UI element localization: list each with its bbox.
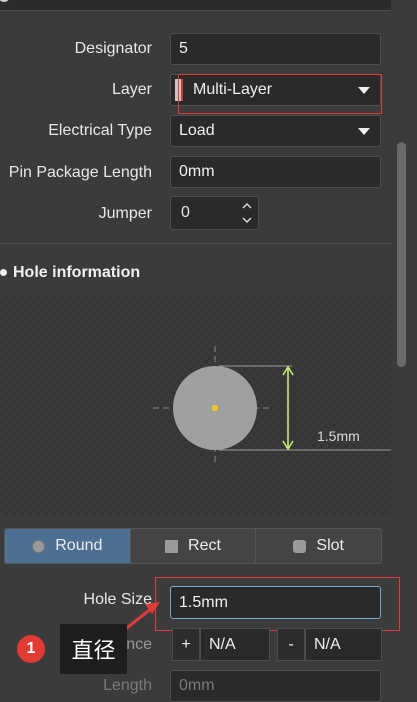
annotation-badge: 1 [17,635,45,663]
annotation-arrow [117,602,160,637]
annotation-callout: 直径 [60,624,127,674]
